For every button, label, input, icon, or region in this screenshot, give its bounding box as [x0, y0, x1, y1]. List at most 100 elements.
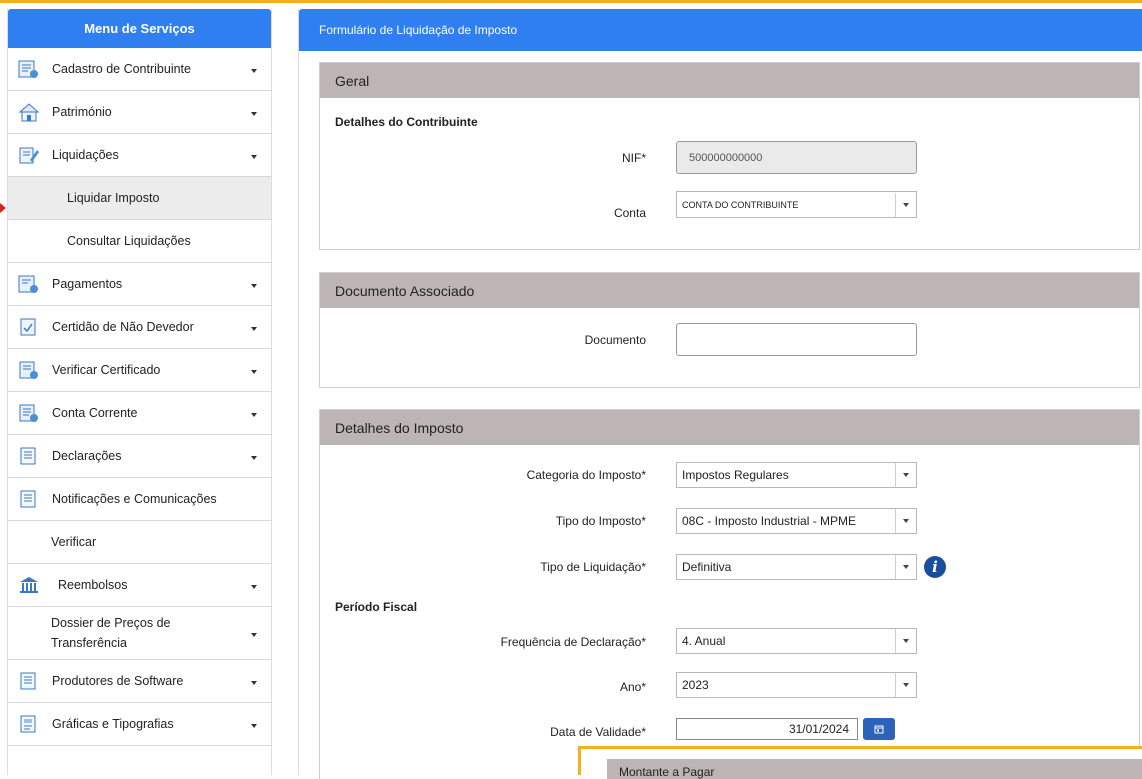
panel-documento-associado: Documento Associado Documento	[319, 272, 1140, 388]
sidebar-subitem-consultar-liquidacoes[interactable]: Consultar Liquidações	[8, 220, 271, 263]
chevron-down-icon	[251, 633, 257, 637]
chevron-down-icon	[251, 681, 257, 685]
nif-label: NIF*	[622, 151, 646, 165]
sidebar-item-label: Verificar	[51, 535, 97, 549]
nif-field[interactable]: 500000000000	[676, 141, 917, 174]
data-validade-label: Data de Validade*	[550, 725, 646, 739]
sidebar-subitem-liquidar-imposto[interactable]: Liquidar Imposto	[8, 177, 271, 220]
frequencia-declaracao-select[interactable]: 4. Anual	[676, 628, 917, 654]
categoria-imposto-select[interactable]: Impostos Regulares	[676, 462, 917, 488]
account-ledger-icon	[18, 402, 40, 424]
top-highlight-line	[0, 0, 1142, 3]
chevron-down-icon[interactable]	[895, 673, 916, 697]
chevron-down-icon	[251, 413, 257, 417]
verify-certificate-icon	[18, 359, 40, 381]
documento-input[interactable]	[676, 323, 917, 356]
conta-selected-value: CONTA DO CONTRIBUINTE	[682, 199, 799, 210]
chevron-down-icon[interactable]	[895, 629, 916, 653]
chevron-down-icon[interactable]	[895, 463, 916, 487]
tipo-liquidacao-selected-value: Definitiva	[682, 560, 732, 574]
sidebar-item-label: Cadastro de Contribuinte	[52, 62, 191, 76]
sidebar-header: Menu de Serviços	[8, 9, 271, 48]
conta-label: Conta	[613, 206, 646, 220]
taxpayer-details-heading: Detalhes do Contribuinte	[335, 115, 478, 129]
panel-heading-montante: Montante a Pagar	[607, 759, 1142, 779]
panel-heading: Detalhes do Imposto	[320, 410, 1139, 445]
sidebar-item-certidao-nao-devedor[interactable]: Certidão de Não Devedor	[8, 306, 271, 349]
chevron-down-icon	[251, 456, 257, 460]
tipo-liquidacao-select[interactable]: Definitiva	[676, 554, 917, 580]
chevron-down-icon	[251, 284, 257, 288]
panel-detalhes-imposto: Detalhes do Imposto Categoria do Imposto…	[319, 409, 1140, 779]
ano-label: Ano*	[619, 680, 646, 694]
chevron-down-icon[interactable]	[895, 509, 916, 533]
register-form-icon	[18, 58, 40, 80]
sidebar-item-cadastro-contribuinte[interactable]: Cadastro de Contribuinte	[8, 48, 271, 91]
chevron-down-icon	[251, 585, 257, 589]
sidebar-item-declaracoes[interactable]: Declarações	[8, 435, 271, 478]
ano-selected-value: 2023	[682, 678, 709, 692]
sidebar-item-liquidacoes[interactable]: Liquidações	[8, 134, 271, 177]
sidebar-item-label: Certidão de Não Devedor	[52, 320, 194, 334]
tipo-imposto-selected-value: 08C - Imposto Industrial - MPME	[682, 514, 857, 528]
sidebar-item-label: Notificações e Comunicações	[52, 492, 217, 506]
categoria-selected-value: Impostos Regulares	[682, 468, 789, 482]
chevron-down-icon	[251, 112, 257, 116]
chevron-down-icon[interactable]	[895, 192, 916, 217]
sidebar-item-label: Dossier de Preços de Transferência	[51, 616, 171, 650]
house-icon	[18, 101, 40, 123]
bank-icon	[18, 574, 40, 596]
tipo-imposto-label: Tipo do Imposto*	[555, 514, 646, 528]
highlighted-overlay-panel: Montante a Pagar	[578, 746, 1142, 779]
chevron-down-icon	[251, 724, 257, 728]
tipo-liquidacao-label: Tipo de Liquidação*	[540, 560, 646, 574]
categoria-imposto-label: Categoria do Imposto*	[526, 468, 646, 482]
sidebar-item-verificar-certificado[interactable]: Verificar Certificado	[8, 349, 271, 392]
pointer-arrow-marker	[0, 203, 6, 213]
sidebar-item-label: Pagamentos	[52, 277, 123, 291]
sidebar-item-pagamentos[interactable]: Pagamentos	[8, 263, 271, 306]
certificate-check-icon	[18, 316, 40, 338]
calendar-icon[interactable]	[863, 718, 895, 740]
services-sidebar: Menu de Serviços Cadastro de Contribuint…	[7, 9, 272, 775]
sidebar-item-patrimonio[interactable]: Património	[8, 91, 271, 134]
sidebar-item-reembolsos[interactable]: Reembolsos	[8, 564, 271, 607]
sidebar-item-produtores-software[interactable]: Produtores de Software	[8, 660, 271, 703]
sidebar-item-label: Liquidações	[52, 148, 119, 162]
chevron-down-icon	[251, 69, 257, 73]
sidebar-item-verificar[interactable]: Verificar	[8, 521, 271, 564]
sidebar-item-label: Produtores de Software	[52, 674, 184, 688]
documento-label: Documento	[584, 333, 646, 347]
frequencia-selected-value: 4. Anual	[682, 634, 726, 648]
sidebar-item-conta-corrente[interactable]: Conta Corrente	[8, 392, 271, 435]
tax-settlement-form: Formulário de Liquidação de Imposto Gera…	[298, 9, 1142, 779]
chevron-down-icon	[251, 370, 257, 374]
notifications-doc-icon	[18, 488, 40, 510]
conta-select[interactable]: CONTA DO CONTRIBUINTE	[676, 191, 917, 218]
payment-form-icon	[18, 273, 40, 295]
tipo-imposto-select[interactable]: 08C - Imposto Industrial - MPME	[676, 508, 917, 534]
sidebar-item-label: Liquidar Imposto	[67, 191, 160, 205]
sidebar-item-notificacoes[interactable]: Notificações e Comunicações	[8, 478, 271, 521]
panel-heading: Geral	[320, 63, 1139, 98]
chevron-down-icon	[251, 327, 257, 331]
sidebar-item-graficas-tipografias[interactable]: Gráficas e Tipografias	[8, 703, 271, 746]
page-title: Formulário de Liquidação de Imposto	[299, 9, 1142, 51]
sidebar-item-label: Reembolsos	[58, 578, 128, 592]
printing-doc-icon	[18, 713, 40, 735]
sidebar-item-label: Conta Corrente	[52, 406, 138, 420]
sidebar-item-label: Gráficas e Tipografias	[52, 717, 174, 731]
sidebar-item-dossier-precos[interactable]: Dossier de Preços de Transferência	[8, 607, 271, 660]
sidebar-item-label: Consultar Liquidações	[67, 234, 191, 248]
sidebar-item-label: Declarações	[52, 449, 122, 463]
panel-geral: Geral Detalhes do Contribuinte NIF* 5000…	[319, 62, 1140, 250]
info-icon[interactable]: i	[924, 556, 946, 578]
frequencia-declaracao-label: Frequência de Declaração*	[500, 635, 646, 649]
sidebar-item-label: Verificar Certificado	[52, 363, 161, 377]
declarations-doc-icon	[18, 445, 40, 467]
data-validade-input[interactable]: 31/01/2024	[676, 718, 858, 740]
panel-heading: Documento Associado	[320, 273, 1139, 308]
chevron-down-icon[interactable]	[895, 555, 916, 579]
ano-select[interactable]: 2023	[676, 672, 917, 698]
periodo-fiscal-heading: Período Fiscal	[335, 600, 418, 614]
